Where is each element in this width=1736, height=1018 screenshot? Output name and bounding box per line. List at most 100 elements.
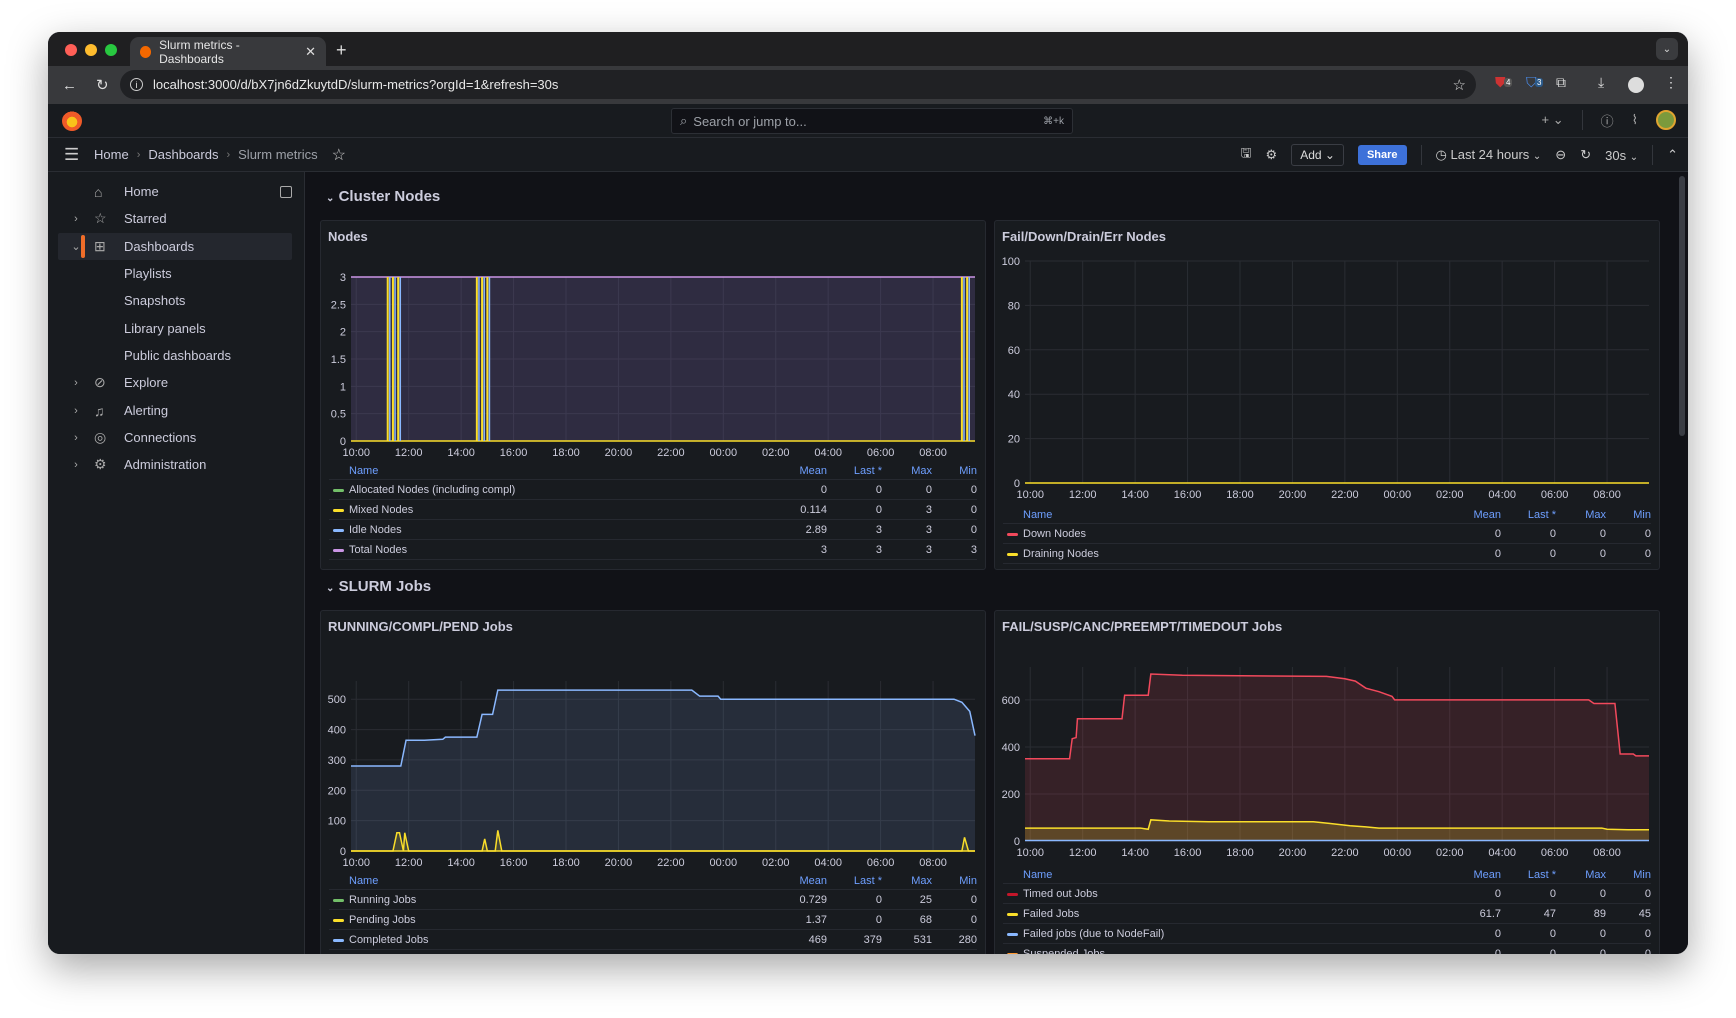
legend-row[interactable]: Down Nodes 0 0 0 0 [1003,524,1651,544]
legend-header-min[interactable]: Min [932,465,977,477]
sidebar-item-library-panels[interactable]: Library panels [58,315,292,342]
legend-header-mean[interactable]: Mean [1441,509,1501,521]
row-header-slurm-jobs[interactable]: ⌄ SLURM Jobs [326,578,431,595]
legend-header-min[interactable]: Min [1606,869,1651,881]
add-button[interactable]: Add ⌄ [1291,144,1344,166]
chevron-right-icon[interactable]: › [58,213,94,225]
browser-menu-icon[interactable]: ⋮ [1664,74,1678,91]
url-field[interactable]: i localhost:3000/d/bX7jn6dZkuytdD/slurm-… [120,70,1476,99]
refresh-interval-picker[interactable]: 30s ⌄ [1605,148,1638,163]
sidebar-item-explore[interactable]: › ⊘ Explore [58,369,292,396]
dashboard-settings-gear-icon[interactable]: ⚙ [1266,147,1278,163]
legend-row[interactable]: Failed jobs (due to NodeFail) 0 0 0 0 [1003,924,1651,944]
clock-icon: ◷ [1435,147,1447,162]
sidebar-item-alerting[interactable]: › ♫ Alerting [58,397,292,424]
chevron-right-icon[interactable]: › [58,377,94,389]
back-icon[interactable]: ← [62,77,82,94]
chevron-right-icon[interactable]: › [58,432,94,444]
grafana-logo-icon[interactable] [62,111,82,131]
sidebar-item-public-dashboards[interactable]: Public dashboards [58,342,292,369]
legend-row[interactable]: Idle Nodes 2.89 3 3 0 [329,520,977,540]
chevron-down-icon[interactable]: ⌄ [58,240,94,253]
legend-header-max[interactable]: Max [1556,509,1606,521]
sidebar-item-starred[interactable]: › ☆ Starred [58,205,292,232]
legend-header-min[interactable]: Min [1606,509,1651,521]
legend-header-name[interactable]: Name [1003,869,1441,881]
legend-row[interactable]: Total Nodes 3 3 3 3 [329,540,977,560]
scrollbar-thumb[interactable] [1679,176,1685,436]
legend-header-name[interactable]: Name [1003,509,1441,521]
chevron-right-icon[interactable]: › [58,459,94,471]
legend-last-value: 0 [875,913,882,926]
menu-hamburger-icon[interactable]: ☰ [64,145,94,165]
user-avatar[interactable] [1656,110,1676,130]
legend-header-max[interactable]: Max [1556,869,1606,881]
legend-header: Name Mean Last * Max Min [1003,507,1651,524]
sidebar-item-snapshots[interactable]: Snapshots [58,287,292,314]
nav-sidebar: ⌂ Home › ☆ Starred ⌄ ⊞ Dashboards Playlists S… [48,172,305,954]
site-info-icon[interactable]: i [130,78,143,91]
legend-row[interactable]: Timed out Jobs 0 0 0 0 [1003,884,1651,904]
chevron-right-icon[interactable]: › [58,405,94,417]
row-header-cluster-nodes[interactable]: ⌄ Cluster Nodes [326,188,440,205]
legend-header-mean[interactable]: Mean [767,875,827,887]
breadcrumb-dashboards[interactable]: Dashboards [148,147,218,162]
refresh-icon[interactable]: ↻ [1580,147,1591,163]
x-tick-label: 14:00 [1121,847,1149,859]
search-input[interactable]: ⌕ Search or jump to... ⌘+k [671,108,1073,134]
legend-header: Name Mean Last * Max Min [329,873,977,890]
legend-name-cell: Pending Jobs [329,914,767,926]
legend-header-max[interactable]: Max [882,875,932,887]
bookmark-star-icon[interactable]: ☆ [1453,76,1466,94]
time-picker[interactable]: ◷ Last 24 hours ⌄ [1436,147,1542,163]
legend-row[interactable]: Failed Jobs 61.7 47 89 45 [1003,904,1651,924]
sidebar-item-dashboards[interactable]: ⌄ ⊞ Dashboards [58,233,292,260]
legend-header-last[interactable]: Last * [827,875,882,887]
browser-tab[interactable]: Slurm metrics - Dashboards ✕ [130,37,326,66]
legend-header-mean[interactable]: Mean [1441,869,1501,881]
chart-svg: 020040060010:00 12:00 14:00 16:00 18:00 20:00… [1002,667,1649,859]
legend-row[interactable]: Completed Jobs 469 379 531 280 [329,930,977,950]
profile-avatar[interactable] [1628,77,1644,93]
sidebar-item-playlists[interactable]: Playlists [58,260,292,287]
zoom-out-time-icon[interactable]: ⊖ [1555,147,1566,163]
sidebar-item-home[interactable]: ⌂ Home [58,178,292,205]
legend-row[interactable]: Pending Jobs 1.37 0 68 0 [329,910,977,930]
url-text: localhost:3000/d/bX7jn6dZkuytdD/slurm-me… [153,77,559,92]
legend-header-last[interactable]: Last * [1501,509,1556,521]
legend-header-last[interactable]: Last * [1501,869,1556,881]
legend-header-mean[interactable]: Mean [767,465,827,477]
share-button[interactable]: Share [1357,145,1407,165]
legend-row[interactable]: Suspended Jobs 0 0 0 0 [1003,944,1651,954]
save-dashboard-icon[interactable]: 🖫 [1240,144,1251,166]
news-feed-icon[interactable]: ⌇ [1632,112,1638,128]
dashboard-scrollbar[interactable] [1676,172,1688,954]
search-placeholder: Search or jump to... [693,113,807,129]
legend-row[interactable]: Mixed Nodes 0.114 0 3 0 [329,500,977,520]
close-window-button[interactable] [65,44,77,56]
help-icon[interactable]: ⓘ [1601,111,1614,130]
legend-row[interactable]: Draining Nodes 0 0 0 0 [1003,544,1651,564]
sidebar-item-connections[interactable]: › ◎ Connections [58,424,292,451]
extensions-puzzle-icon[interactable]: ⧉ [1556,74,1566,91]
new-plus-icon[interactable]: + ⌄ [1542,112,1564,128]
reload-icon[interactable]: ↻ [96,76,116,94]
breadcrumb-home[interactable]: Home [94,147,129,162]
download-icon[interactable]: ⤓ [1598,74,1604,91]
legend-header-name[interactable]: Name [329,875,767,887]
legend-header-last[interactable]: Last * [827,465,882,477]
legend-header-name[interactable]: Name [329,465,767,477]
sidebar-label: Starred [124,211,167,226]
close-tab-icon[interactable]: ✕ [305,44,316,60]
collapse-chevron-up-icon[interactable]: ⌃ [1667,147,1678,163]
legend-header-min[interactable]: Min [932,875,977,887]
new-tab-button[interactable]: + [336,40,347,61]
tab-search-button[interactable]: ⌄ [1656,38,1678,60]
legend-row[interactable]: Running Jobs 0.729 0 25 0 [329,890,977,910]
legend-header-max[interactable]: Max [882,465,932,477]
mark-favorite-star-icon[interactable]: ☆ [332,145,346,165]
legend-row[interactable]: Allocated Nodes (including compl) 0 0 0 0 [329,480,977,500]
sidebar-item-administration[interactable]: › ⚙ Administration [58,451,292,478]
minimize-window-button[interactable] [85,44,97,56]
maximize-window-button[interactable] [105,44,117,56]
